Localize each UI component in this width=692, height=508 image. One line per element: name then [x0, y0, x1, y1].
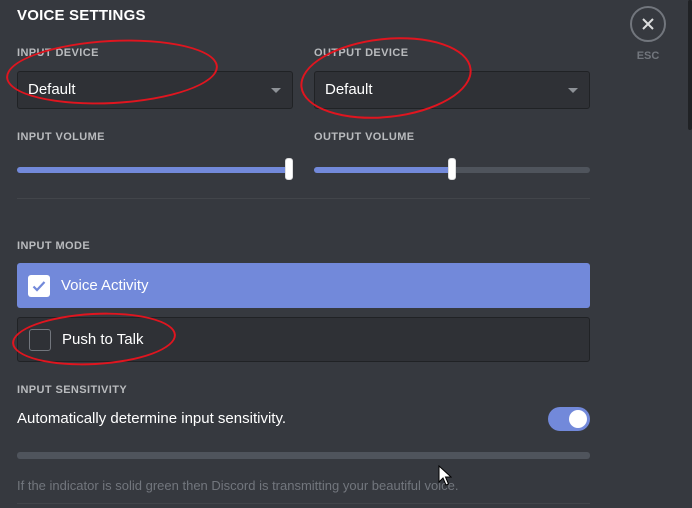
- output-volume-label: OUTPUT VOLUME: [314, 131, 415, 143]
- input-sensitivity-label: INPUT SENSITIVITY: [17, 384, 128, 396]
- voice-activity-label: Voice Activity: [61, 277, 149, 294]
- input-volume-label: INPUT VOLUME: [17, 131, 105, 143]
- esc-label: ESC: [636, 50, 660, 62]
- auto-sensitivity-text: Automatically determine input sensitivit…: [17, 410, 287, 427]
- input-volume-fill: [17, 167, 293, 173]
- output-volume-slider[interactable]: [314, 158, 590, 180]
- input-device-select[interactable]: Default: [17, 71, 293, 109]
- close-button[interactable]: [630, 6, 666, 42]
- sensitivity-meter: [17, 452, 590, 459]
- check-icon: [28, 274, 50, 297]
- input-volume-handle[interactable]: [285, 158, 293, 180]
- section-title: VOICE SETTINGS: [17, 7, 146, 24]
- chevron-down-icon: [271, 88, 281, 93]
- toggle-knob: [569, 410, 587, 428]
- input-mode-push-to-talk[interactable]: Push to Talk: [17, 317, 590, 362]
- input-mode-label: INPUT MODE: [17, 240, 91, 252]
- scrollbar-thumb[interactable]: [688, 0, 692, 130]
- bottom-divider: [17, 503, 590, 504]
- output-device-label: OUTPUT DEVICE: [314, 47, 409, 59]
- input-volume-slider[interactable]: [17, 158, 293, 180]
- push-to-talk-label: Push to Talk: [62, 331, 144, 348]
- mouse-cursor-icon: [438, 465, 452, 486]
- checkbox-empty-icon: [29, 328, 51, 351]
- input-device-value: Default: [28, 81, 76, 98]
- close-icon: [642, 18, 654, 30]
- output-volume-handle[interactable]: [448, 158, 456, 180]
- section-divider: [17, 198, 590, 199]
- auto-sensitivity-toggle[interactable]: [548, 407, 590, 431]
- output-volume-fill: [314, 167, 452, 173]
- input-device-label: INPUT DEVICE: [17, 47, 99, 59]
- output-device-select[interactable]: Default: [314, 71, 590, 109]
- output-device-value: Default: [325, 81, 373, 98]
- chevron-down-icon: [568, 88, 578, 93]
- input-mode-voice-activity[interactable]: Voice Activity: [17, 263, 590, 308]
- sensitivity-hint: If the indicator is solid green then Dis…: [17, 478, 459, 493]
